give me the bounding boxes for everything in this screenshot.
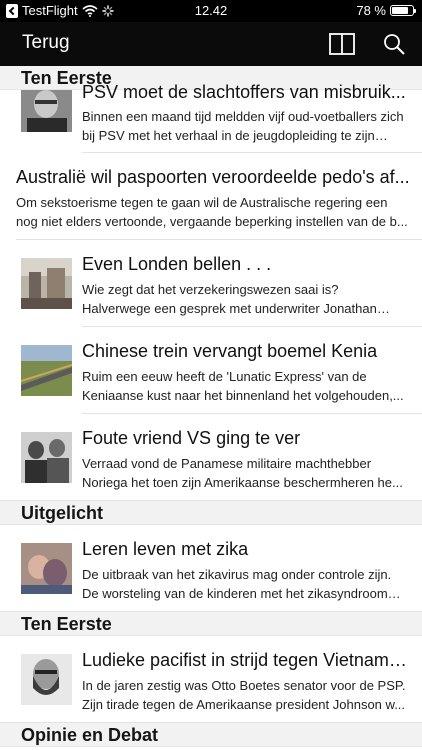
article-thumbnail [21, 90, 72, 132]
article-list-item[interactable]: Chinese trein vervangt boemel Kenia Ruim… [0, 327, 422, 414]
article-title: Leren leven met zika [82, 539, 249, 559]
article-summary: De uitbraak van het zikavirus mag onder … [82, 567, 392, 601]
article-title: PSV moet de slachtoffers van misbruik... [82, 82, 406, 102]
article-thumbnail [21, 543, 72, 594]
article-title: Australië wil paspoorten veroordeelde pe… [16, 167, 410, 187]
article-summary: Verraad vond de Panamese militaire macht… [82, 456, 403, 490]
article-list-item[interactable]: PSV moet de slachtoffers van misbruik...… [0, 82, 422, 153]
section-header-ten-eerste: Ten Eerste [0, 612, 422, 636]
article-thumbnail [21, 432, 72, 483]
row-divider [0, 500, 422, 501]
search-icon[interactable] [380, 31, 408, 57]
article-list[interactable]: Ten Eerste PSV moet de slachtoffers van … [0, 66, 422, 750]
article-summary: Ruim een eeuw heeft de 'Lunatic Express'… [82, 369, 404, 403]
battery-percentage: 78 % [356, 3, 386, 18]
article-list-item[interactable]: Leren leven met zika De uitbraak van het… [0, 525, 422, 612]
article-title: Chinese trein vervangt boemel Kenia [82, 341, 378, 361]
article-summary: Om sekstoerisme tegen te gaan wil de Aus… [16, 195, 408, 229]
article-list-item[interactable]: Ludieke pacifist in strijd tegen Vietnam… [0, 636, 422, 723]
navigation-bar: Terug [0, 22, 422, 66]
article-list-item[interactable]: Foute vriend VS ging te ver Verraad vond… [0, 414, 422, 501]
article-list-item[interactable]: Australië wil paspoorten veroordeelde pe… [0, 153, 422, 240]
back-button[interactable]: Terug [22, 32, 70, 54]
row-divider [0, 611, 422, 612]
columns-icon[interactable] [328, 31, 356, 57]
article-summary: Binnen een maand tijd meldden vijf oud-v… [82, 109, 404, 143]
status-bar: TestFlight 12.42 78 % [0, 0, 422, 22]
article-list-item[interactable]: Even Londen bellen . . . Wie zegt dat he… [0, 240, 422, 327]
article-summary: Wie zegt dat het verzekeringswezen saai … [82, 282, 377, 316]
article-summary: In de jaren zestig was Otto Boetes senat… [82, 678, 406, 712]
battery-icon [390, 5, 416, 16]
article-title: Ludieke pacifist in strijd tegen Vietnam… [82, 650, 410, 670]
article-title: Even Londen bellen . . . [82, 254, 272, 274]
row-divider [0, 722, 422, 723]
article-thumbnail [21, 345, 72, 396]
article-thumbnail [21, 654, 72, 705]
section-header-opinie-en-debat: Opinie en Debat [0, 723, 422, 747]
section-header-uitgelicht: Uitgelicht [0, 501, 422, 525]
article-thumbnail [21, 258, 72, 309]
article-title: Foute vriend VS ging te ver [82, 428, 301, 448]
